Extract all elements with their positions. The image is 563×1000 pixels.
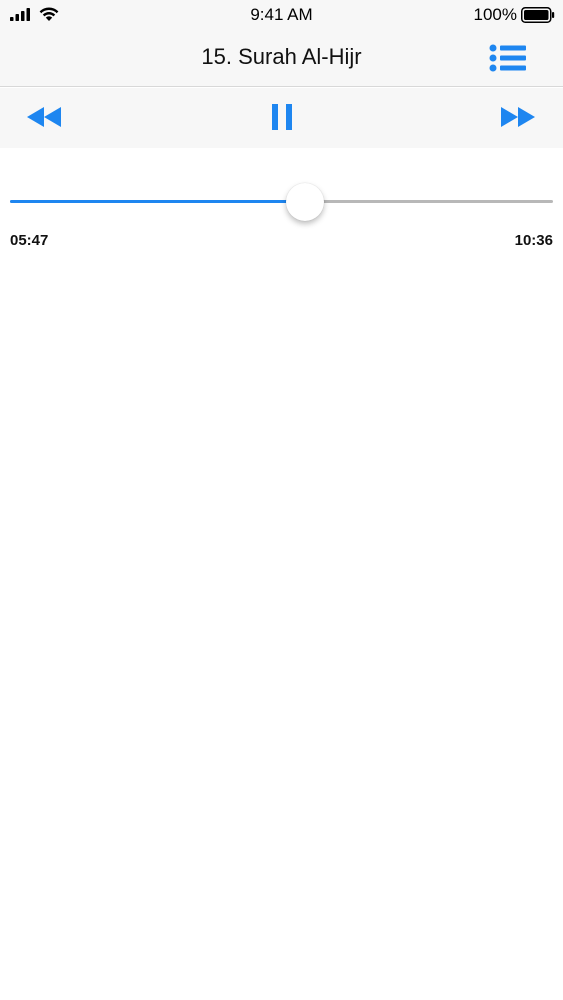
rewind-icon — [27, 107, 61, 127]
navigation-bar: 15. Surah Al-Hijr — [0, 30, 563, 87]
fast-forward-button[interactable] — [498, 100, 538, 134]
rewind-button[interactable] — [24, 100, 64, 134]
battery-icon — [521, 7, 555, 23]
battery-percentage: 100% — [473, 5, 517, 24]
pause-button[interactable] — [266, 100, 298, 134]
page-title: 15. Surah Al-Hijr — [201, 44, 362, 69]
total-duration: 10:36 — [514, 232, 553, 249]
elapsed-time: 05:47 — [10, 232, 49, 249]
progress-thumb[interactable] — [286, 183, 325, 221]
fast-forward-icon — [501, 107, 535, 127]
pause-icon — [272, 104, 292, 130]
progress-fill — [10, 200, 306, 203]
playback-controls — [0, 88, 563, 148]
list-icon — [489, 44, 526, 72]
playlist-button[interactable] — [488, 42, 528, 74]
progress-slider[interactable] — [10, 182, 553, 222]
status-bar: 9:41 AM 100% — [0, 0, 563, 30]
